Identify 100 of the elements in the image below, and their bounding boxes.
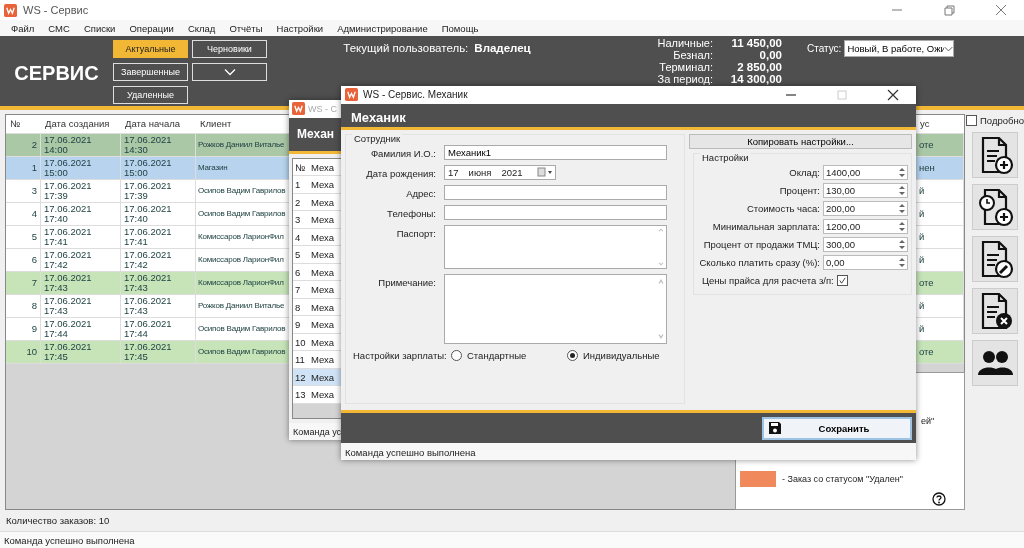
column-header: № <box>9 117 22 131</box>
dropdown-button[interactable] <box>192 63 267 81</box>
menu-item[interactable]: СМС <box>41 22 77 34</box>
menu-item[interactable]: Помощь <box>434 22 486 34</box>
table-cell: 17.06.2021 17:39 <box>121 180 196 202</box>
table-cell-text: Меха <box>310 195 335 210</box>
spinner-icon[interactable] <box>898 221 906 233</box>
detail-checkbox[interactable]: Подробно <box>966 114 1024 126</box>
close-icon[interactable] <box>886 87 900 102</box>
total-value: 0,00 <box>758 49 782 61</box>
chevron-icon <box>944 44 954 53</box>
table-cell-text: Меха <box>310 318 335 333</box>
table-cell: 3 <box>6 180 41 202</box>
table-cell-text: Меха <box>310 265 335 280</box>
menu-item[interactable]: Файл <box>4 22 42 34</box>
table-cell: 17.06.2021 14:30 <box>121 134 196 156</box>
table-cell-text: Меха <box>310 283 335 298</box>
total-value: 14 300,00 <box>729 73 782 85</box>
filter-button[interactable]: Актуальные <box>113 40 188 58</box>
window-title: WS - Сервис <box>23 4 89 16</box>
filter-button[interactable]: Завершенные <box>113 63 188 81</box>
table-cell-text: Меха <box>310 335 335 350</box>
spinner-icon[interactable] <box>898 167 906 179</box>
toolbar-button[interactable] <box>972 236 1018 282</box>
toolbar-button[interactable] <box>972 288 1018 334</box>
number-field[interactable]: 130,00 <box>823 183 908 199</box>
field-label: Минимальная зарплата: <box>712 221 820 233</box>
total-label: Безнал: <box>672 49 714 61</box>
menu-item[interactable]: Настройки <box>269 22 331 34</box>
table-cell: 17.06.2021 17:43 <box>41 272 121 294</box>
status-dropdown[interactable]: Новый, В работе, Ожи <box>844 40 955 57</box>
field-label: Адрес: <box>405 186 436 199</box>
field-label: Цены прайса для расчета з/п: <box>702 275 834 287</box>
number-field[interactable]: 0,00 <box>823 255 908 271</box>
column-header: Дата создания <box>44 117 111 131</box>
column-header: № <box>294 160 307 175</box>
number-field[interactable]: 200,00 <box>823 201 908 217</box>
table-cell-text: 2 <box>294 195 302 210</box>
table-cell: 17.06.2021 17:44 <box>41 318 121 340</box>
text-field[interactable] <box>444 204 667 220</box>
table-cell: 17.06.2021 15:00 <box>121 157 196 179</box>
copy-settings-button[interactable]: Копировать настройки... <box>689 133 912 149</box>
field-label: Сколько платить сразу (%): <box>699 257 820 269</box>
table-cell-text: Меха <box>310 370 335 385</box>
field-label: Паспорт: <box>395 226 436 239</box>
filter-button[interactable]: Удаленные <box>113 86 188 104</box>
field-label: Стоимость часа: <box>746 203 820 215</box>
toolbar-button[interactable] <box>972 184 1018 230</box>
table-cell-text: 9 <box>294 318 302 333</box>
menu-item[interactable]: Операции <box>122 22 181 34</box>
radio-option[interactable]: Стандартные <box>451 349 561 361</box>
field-label: Телефоны: <box>386 206 436 219</box>
table-cell: 17.06.2021 17:40 <box>41 203 121 225</box>
total-value: 11 450,00 <box>730 37 782 49</box>
field-label: Процент: <box>779 185 820 197</box>
group-title: Настройки <box>700 151 751 163</box>
spinner-icon[interactable] <box>898 239 906 251</box>
number-field[interactable]: 1200,00 <box>823 219 908 235</box>
table-cell-text: 6 <box>294 265 302 280</box>
menu-item[interactable]: Списки <box>76 22 123 34</box>
total-label: За период: <box>656 73 714 85</box>
calendar-icon[interactable] <box>537 167 553 178</box>
column-header: ус <box>919 117 931 131</box>
menu-item[interactable]: Администрирование <box>330 22 435 34</box>
number-field[interactable]: 1400,00 <box>823 165 908 181</box>
table-cell: 17.06.2021 17:41 <box>121 226 196 248</box>
legend-text: ей" <box>921 416 935 426</box>
radio-option[interactable]: Индивидуальные <box>567 349 677 361</box>
table-cell: 17.06.2021 17:43 <box>121 295 196 317</box>
restore-icon[interactable] <box>942 3 956 17</box>
menu-item[interactable]: Склад <box>180 22 223 34</box>
table-cell: 17.06.2021 15:00 <box>41 157 121 179</box>
table-cell-text: 1 <box>294 178 302 193</box>
table-cell: 17.06.2021 17:42 <box>121 249 196 271</box>
number-field[interactable]: 300,00 <box>823 237 908 253</box>
text-field[interactable]: Механик1 <box>444 144 667 160</box>
text-field[interactable] <box>444 184 667 200</box>
menu-item[interactable]: Отчёты <box>222 22 270 34</box>
spinner-icon[interactable] <box>898 185 906 197</box>
table-cell-text: 4 <box>294 230 302 245</box>
checkbox[interactable] <box>836 275 848 287</box>
filter-button[interactable]: Черновики <box>192 40 267 58</box>
table-cell-text: Меха <box>310 300 335 315</box>
status-label: Статус: <box>807 42 842 54</box>
toolbar-button[interactable] <box>972 340 1018 386</box>
spinner-icon[interactable] <box>898 257 906 269</box>
table-cell-text: Меха <box>310 248 335 263</box>
save-button[interactable]: Сохранить <box>762 416 912 440</box>
help-icon[interactable] <box>932 492 946 506</box>
table-cell: 17.06.2021 17:43 <box>121 272 196 294</box>
table-cell-text: 12 <box>294 370 307 385</box>
spinner-icon[interactable] <box>898 203 906 215</box>
dialog-status: Команда успешно выполнена <box>341 443 916 460</box>
date-field[interactable]: 17 июня 2021 <box>444 164 556 180</box>
table-cell: 17.06.2021 17:42 <box>41 249 121 271</box>
table-cell-text: 3 <box>294 213 302 228</box>
user-name: Владелец <box>474 42 531 56</box>
toolbar-button[interactable] <box>972 132 1018 178</box>
table-cell: 1 <box>6 157 41 179</box>
table-cell-text: 11 <box>294 353 306 368</box>
